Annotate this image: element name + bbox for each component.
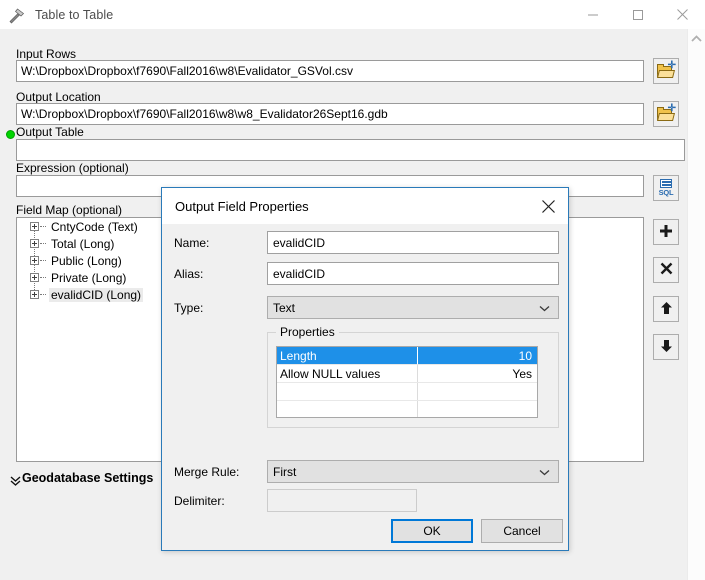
geodatabase-settings-header[interactable]: Geodatabase Settings xyxy=(22,471,153,485)
field-map-label: Field Map (optional) xyxy=(16,203,123,217)
properties-group-label: Properties xyxy=(276,325,339,339)
property-row-empty[interactable] xyxy=(277,401,537,417)
tree-connector-dash xyxy=(40,226,46,228)
property-value[interactable]: Yes xyxy=(418,365,537,382)
delimiter-label: Delimiter: xyxy=(174,494,225,508)
tree-connector-dash xyxy=(40,277,46,279)
properties-grid[interactable]: Length 10 Allow NULL values Yes xyxy=(276,346,538,418)
expression-sql-button[interactable]: SQL xyxy=(653,175,679,201)
type-dropdown[interactable]: Text xyxy=(267,296,559,319)
window-title: Table to Table xyxy=(35,7,114,22)
output-table-required-indicator xyxy=(6,130,15,139)
alias-label: Alias: xyxy=(174,267,204,281)
property-key xyxy=(277,383,418,400)
name-input[interactable]: evalidCID xyxy=(267,231,559,254)
hammer-tool-icon xyxy=(7,5,27,25)
move-up-button[interactable] xyxy=(653,296,679,322)
tree-connector-dash xyxy=(40,260,46,262)
input-rows-field[interactable]: W:\Dropbox\Dropbox\f7690\Fall2016\w8\Eva… xyxy=(16,60,644,82)
field-map-item-label: CntyCode (Text) xyxy=(51,219,138,234)
expand-plus-icon[interactable] xyxy=(30,290,39,299)
add-field-button[interactable] xyxy=(653,219,679,245)
expression-label: Expression (optional) xyxy=(16,161,129,175)
output-table-label: Output Table xyxy=(16,125,84,139)
input-rows-label: Input Rows xyxy=(16,47,77,61)
move-down-button[interactable] xyxy=(653,334,679,360)
field-map-item-label: evalidCID (Long) xyxy=(49,287,144,302)
property-key xyxy=(277,401,418,417)
arrow-up-icon xyxy=(660,301,673,318)
tree-connector-dash xyxy=(40,294,46,296)
cancel-button[interactable]: Cancel xyxy=(481,519,563,543)
output-location-label: Output Location xyxy=(16,90,101,104)
property-row-empty[interactable] xyxy=(277,383,537,401)
property-value[interactable]: 10 xyxy=(418,347,537,364)
expand-plus-icon[interactable] xyxy=(30,239,39,248)
type-label: Type: xyxy=(174,301,204,315)
expand-plus-icon[interactable] xyxy=(30,222,39,231)
merge-rule-label: Merge Rule: xyxy=(174,465,240,479)
sql-builder-icon: SQL xyxy=(657,179,675,197)
chevron-down-icon xyxy=(539,301,550,315)
dialog-close-button[interactable] xyxy=(528,189,568,223)
output-location-browse-button[interactable]: ✛ xyxy=(653,101,679,127)
ok-button[interactable]: OK xyxy=(391,519,473,543)
properties-groupbox: Properties Length 10 Allow NULL values Y… xyxy=(267,325,559,428)
arrow-down-icon xyxy=(660,339,673,356)
open-folder-icon: ✛ xyxy=(657,103,676,122)
property-row[interactable]: Length 10 xyxy=(277,347,537,365)
remove-field-button[interactable] xyxy=(653,257,679,283)
alias-input[interactable]: evalidCID xyxy=(267,262,559,285)
double-chevron-down-icon[interactable] xyxy=(10,475,21,490)
vertical-scrollbar[interactable] xyxy=(687,29,705,580)
output-location-field[interactable]: W:\Dropbox\Dropbox\f7690\Fall2016\w8\w8_… xyxy=(16,103,644,125)
chevron-down-icon xyxy=(539,465,550,479)
window-titlebar: Table to Table xyxy=(0,0,705,30)
open-folder-icon: ✛ xyxy=(657,60,676,79)
minimize-button[interactable] xyxy=(570,0,615,29)
output-field-properties-dialog: Output Field Properties Name: evalidCID … xyxy=(161,187,569,551)
expand-plus-icon[interactable] xyxy=(30,256,39,265)
output-table-field[interactable] xyxy=(16,139,685,161)
property-key: Allow NULL values xyxy=(277,365,418,382)
maximize-button[interactable] xyxy=(615,0,660,29)
scroll-up-icon[interactable] xyxy=(688,31,705,47)
expand-plus-icon[interactable] xyxy=(30,273,39,282)
window-controls xyxy=(570,0,705,29)
property-value xyxy=(418,383,537,400)
plus-icon xyxy=(659,224,673,241)
delimiter-input[interactable] xyxy=(267,489,417,512)
property-value xyxy=(418,401,537,417)
cross-icon xyxy=(660,262,673,278)
field-map-item-label: Public (Long) xyxy=(51,253,122,268)
merge-rule-value: First xyxy=(273,464,297,479)
property-key: Length xyxy=(277,347,418,364)
name-label: Name: xyxy=(174,236,210,250)
type-dropdown-value: Text xyxy=(273,300,296,315)
input-rows-browse-button[interactable]: ✛ xyxy=(653,58,679,84)
merge-rule-dropdown[interactable]: First xyxy=(267,460,559,483)
tree-connector-dash xyxy=(40,243,46,245)
dialog-titlebar: Output Field Properties xyxy=(162,188,568,224)
property-row[interactable]: Allow NULL values Yes xyxy=(277,365,537,383)
field-map-item-label: Total (Long) xyxy=(51,236,115,251)
dialog-title: Output Field Properties xyxy=(175,198,309,214)
close-button[interactable] xyxy=(660,0,705,29)
field-map-item-label: Private (Long) xyxy=(51,270,127,285)
